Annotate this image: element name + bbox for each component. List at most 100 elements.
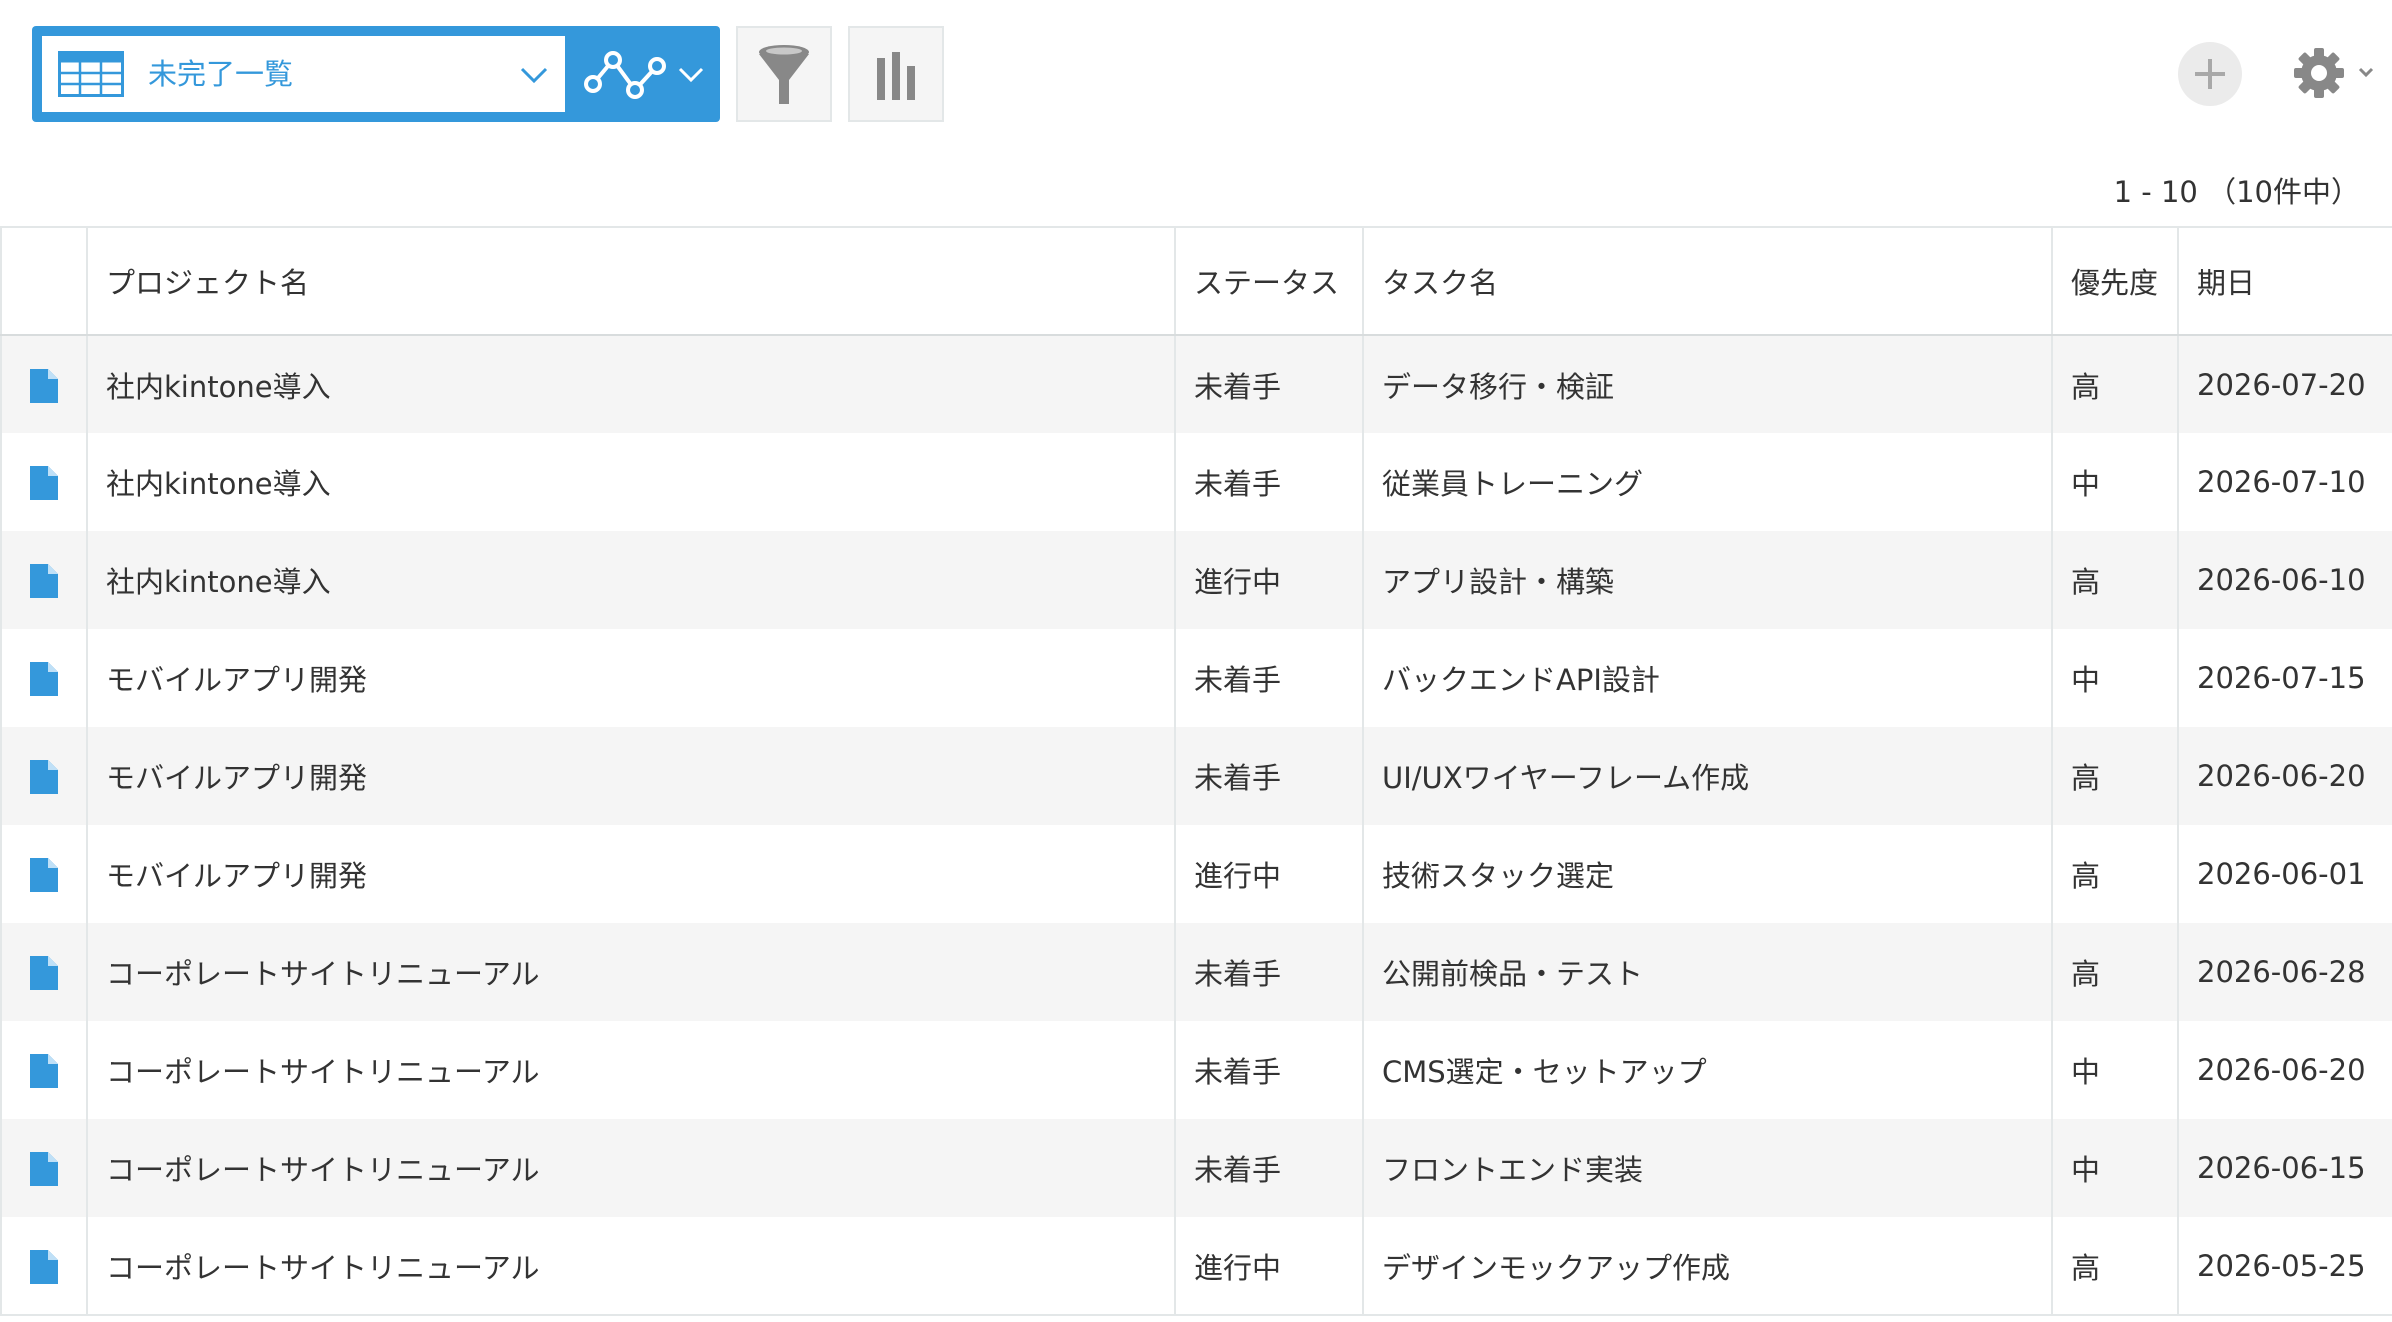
table-row: モバイルアプリ開発 未着手 UI/UXワイヤーフレーム作成 高 2026-06-…: [0, 727, 2392, 825]
pagination-info: 1 - 10 （10件中）: [2113, 175, 2360, 209]
cell-task: アプリ設計・構築: [1362, 531, 2053, 629]
cell-project: コーポレートサイトリニューアル: [86, 1217, 1176, 1316]
cell-due: 2026-06-10: [2177, 531, 2392, 629]
add-record-button[interactable]: [2178, 42, 2242, 106]
cell-priority: 中: [2051, 1119, 2179, 1217]
cell-due: 2026-06-15: [2177, 1119, 2392, 1217]
cell-project: モバイルアプリ開発: [86, 629, 1176, 727]
table-row: モバイルアプリ開発 進行中 技術スタック選定 高 2026-06-01: [0, 825, 2392, 923]
detail-cell: [0, 629, 88, 727]
graph-view-button[interactable]: [565, 26, 720, 122]
cell-status: 進行中: [1174, 825, 1364, 923]
document-icon[interactable]: [30, 1249, 58, 1284]
cell-priority: 高: [2051, 1217, 2179, 1316]
cell-status: 未着手: [1174, 433, 1364, 531]
detail-cell: [0, 531, 88, 629]
view-selected-label: 未完了一覧: [148, 57, 294, 91]
cell-project: 社内kintone導入: [86, 335, 1176, 433]
cell-due: 2026-05-25: [2177, 1217, 2392, 1316]
cell-project: モバイルアプリ開発: [86, 825, 1176, 923]
table-row: 社内kintone導入 未着手 従業員トレーニング 中 2026-07-10: [0, 433, 2392, 531]
cell-priority: 中: [2051, 433, 2179, 531]
cell-task: フロントエンド実装: [1362, 1119, 2053, 1217]
column-header-priority[interactable]: 優先度: [2051, 226, 2179, 336]
header-detail-spacer: [0, 226, 88, 336]
detail-cell: [0, 1021, 88, 1119]
detail-cell: [0, 825, 88, 923]
column-header-due[interactable]: 期日: [2177, 226, 2392, 336]
table-row: コーポレートサイトリニューアル 未着手 フロントエンド実装 中 2026-06-…: [0, 1119, 2392, 1217]
cell-task: CMS選定・セットアップ: [1362, 1021, 2053, 1119]
chevron-down-icon: [520, 67, 548, 84]
cell-status: 未着手: [1174, 923, 1364, 1021]
table-row: コーポレートサイトリニューアル 進行中 デザインモックアップ作成 高 2026-…: [0, 1217, 2392, 1316]
view-selector-bar: 未完了一覧: [32, 26, 720, 122]
cell-task: 公開前検品・テスト: [1362, 923, 2053, 1021]
record-table: プロジェクト名 ステータス タスク名 優先度 期日 社内kintone導入 未着…: [0, 226, 2392, 1316]
cell-status: 未着手: [1174, 1119, 1364, 1217]
cell-project: コーポレートサイトリニューアル: [86, 923, 1176, 1021]
table-row: コーポレートサイトリニューアル 未着手 CMS選定・セットアップ 中 2026-…: [0, 1021, 2392, 1119]
cell-priority: 高: [2051, 335, 2179, 433]
view-dropdown[interactable]: 未完了一覧: [42, 36, 565, 112]
cell-due: 2026-07-20: [2177, 335, 2392, 433]
cell-project: コーポレートサイトリニューアル: [86, 1021, 1176, 1119]
bar-chart-icon: [877, 52, 915, 100]
cell-project: モバイルアプリ開発: [86, 727, 1176, 825]
document-icon[interactable]: [30, 858, 58, 892]
gear-icon: [2294, 48, 2374, 98]
cell-priority: 高: [2051, 531, 2179, 629]
detail-cell: [0, 1119, 88, 1217]
column-header-status[interactable]: ステータス: [1174, 226, 1364, 336]
table-row: 社内kintone導入 未着手 データ移行・検証 高 2026-07-20: [0, 335, 2392, 433]
document-icon[interactable]: [30, 1054, 58, 1088]
cell-status: 未着手: [1174, 335, 1364, 433]
table-row: 社内kintone導入 進行中 アプリ設計・構築 高 2026-06-10: [0, 531, 2392, 629]
document-icon[interactable]: [30, 466, 58, 500]
cell-project: 社内kintone導入: [86, 531, 1176, 629]
cell-task: UI/UXワイヤーフレーム作成: [1362, 727, 2053, 825]
cell-project: コーポレートサイトリニューアル: [86, 1119, 1176, 1217]
document-icon[interactable]: [30, 662, 58, 696]
cell-due: 2026-06-20: [2177, 727, 2392, 825]
table-header-row: プロジェクト名 ステータス タスク名 優先度 期日: [0, 226, 2392, 336]
cell-task: 従業員トレーニング: [1362, 433, 2053, 531]
record-list-page: 未完了一覧 1 - 10 （10件中） プロジェクト名 ステータス タスク名 優…: [0, 0, 2392, 1322]
cell-priority: 高: [2051, 727, 2179, 825]
detail-cell: [0, 335, 88, 433]
detail-cell: [0, 727, 88, 825]
filter-button[interactable]: [736, 26, 832, 122]
detail-cell: [0, 1217, 88, 1316]
document-icon[interactable]: [30, 760, 58, 794]
cell-status: 進行中: [1174, 1217, 1364, 1316]
document-icon[interactable]: [30, 956, 58, 990]
graph-create-button[interactable]: [848, 26, 944, 122]
chevron-down-icon: [678, 67, 704, 83]
cell-project: 社内kintone導入: [86, 433, 1176, 531]
cell-priority: 中: [2051, 629, 2179, 727]
cell-task: 技術スタック選定: [1362, 825, 2053, 923]
table-view-icon: [58, 51, 124, 97]
table-row: コーポレートサイトリニューアル 未着手 公開前検品・テスト 高 2026-06-…: [0, 923, 2392, 1021]
cell-due: 2026-06-28: [2177, 923, 2392, 1021]
document-icon[interactable]: [30, 564, 58, 598]
cell-due: 2026-07-15: [2177, 629, 2392, 727]
detail-cell: [0, 433, 88, 531]
cell-priority: 高: [2051, 825, 2179, 923]
document-icon[interactable]: [30, 1152, 58, 1186]
cell-due: 2026-06-01: [2177, 825, 2392, 923]
filter-icon: [759, 45, 809, 104]
document-icon[interactable]: [30, 368, 58, 403]
settings-button[interactable]: [2290, 40, 2380, 106]
column-header-project[interactable]: プロジェクト名: [86, 226, 1176, 336]
cell-task: データ移行・検証: [1362, 335, 2053, 433]
cell-status: 進行中: [1174, 531, 1364, 629]
column-header-task[interactable]: タスク名: [1362, 226, 2053, 336]
cell-due: 2026-07-10: [2177, 433, 2392, 531]
cell-priority: 中: [2051, 1021, 2179, 1119]
cell-task: バックエンドAPI設計: [1362, 629, 2053, 727]
cell-status: 未着手: [1174, 727, 1364, 825]
cell-due: 2026-06-20: [2177, 1021, 2392, 1119]
cell-status: 未着手: [1174, 1021, 1364, 1119]
detail-cell: [0, 923, 88, 1021]
